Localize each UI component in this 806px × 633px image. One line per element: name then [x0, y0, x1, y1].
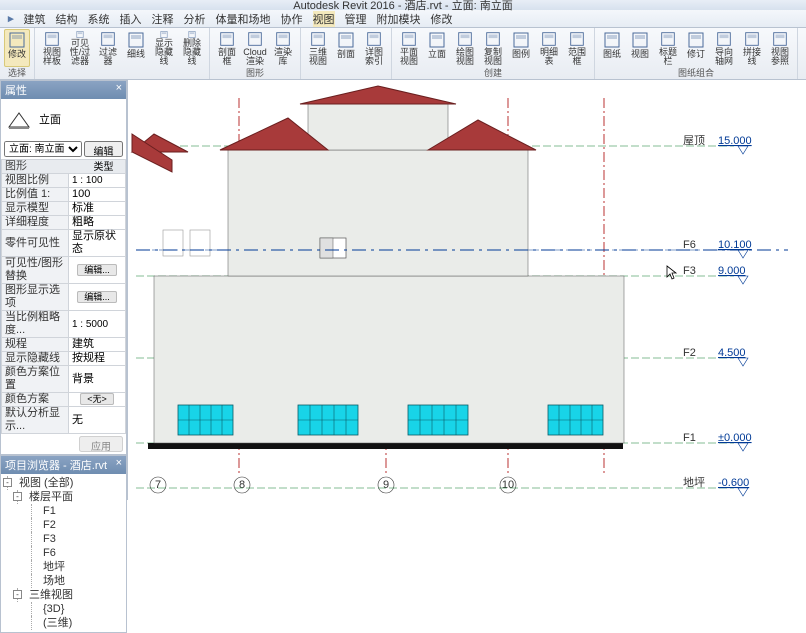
- ribbon-ref[interactable]: 视图参照: [767, 29, 793, 67]
- prop-row[interactable]: 颜色方案位置背景: [2, 366, 126, 393]
- project-browser-tree[interactable]: -视图 (全部)-楼层平面F1F2F3F6地坪场地-三维视图{3D}(三维): [1, 474, 126, 632]
- prop-row[interactable]: 比例值 1:100: [2, 188, 126, 202]
- prop-row[interactable]: 当比例粗略度...: [2, 311, 126, 338]
- ribbon-filter[interactable]: 过滤器: [95, 29, 121, 67]
- svg-text:F3: F3: [683, 265, 696, 277]
- menu-bar: ▸ 建筑结构系统插入注释分析体量和场地协作视图管理附加模块修改: [0, 10, 806, 28]
- left-dock: 属性× 立面 立面: 南立面 编辑类型 图形 视图比例比例值 1:100显示模型…: [0, 80, 128, 500]
- svg-text:-0.600: -0.600: [718, 477, 749, 489]
- prop-row[interactable]: 可见性/图形替换编辑...: [2, 257, 126, 284]
- browser-header[interactable]: 项目浏览器 - 酒店.rvt×: [1, 456, 126, 474]
- menu-体量和场地[interactable]: 体量和场地: [216, 11, 271, 27]
- ribbon-modify[interactable]: 修改: [4, 29, 30, 67]
- prop-row[interactable]: 显示隐藏线按规程: [2, 352, 126, 366]
- cursor-icon: [666, 265, 680, 281]
- menu-协作[interactable]: 协作: [281, 11, 303, 27]
- ribbon-3dview[interactable]: 三维视图: [305, 29, 331, 67]
- menu-建筑[interactable]: 建筑: [24, 11, 46, 27]
- type-label: 立面: [39, 111, 61, 127]
- svg-text:7: 7: [155, 479, 161, 491]
- menu-注释[interactable]: 注释: [152, 11, 174, 27]
- svg-text:F6: F6: [683, 239, 696, 251]
- svg-text:地坪: 地坪: [683, 476, 705, 489]
- title-bar: Autodesk Revit 2016 - 酒店.rvt - 立面: 南立面: [0, 0, 806, 10]
- prop-row[interactable]: 零件可见性显示原状态: [2, 230, 126, 257]
- ribbon-legend[interactable]: 图例: [508, 29, 534, 67]
- close-icon[interactable]: ×: [116, 82, 122, 98]
- svg-text:10: 10: [502, 479, 514, 491]
- ribbon-render[interactable]: Cloud渲染: [242, 29, 268, 67]
- menu-修改[interactable]: 修改: [431, 11, 453, 27]
- menu-视图[interactable]: 视图: [313, 11, 335, 27]
- svg-text:15.000: 15.000: [718, 135, 752, 147]
- ribbon-thinlines[interactable]: 细线: [123, 29, 149, 67]
- ribbon-showhidden[interactable]: 显示隐藏线: [151, 29, 177, 67]
- apply-button[interactable]: 应用: [79, 436, 123, 452]
- prop-row[interactable]: 显示模型标准: [2, 202, 126, 216]
- type-selector[interactable]: 立面: 南立面: [4, 141, 82, 157]
- menu-结构[interactable]: 结构: [56, 11, 78, 27]
- ribbon: 修改选择视图样板可见性/过滤器过滤器细线显示隐藏线删除隐藏线剖面框Cloud渲染…: [0, 28, 806, 80]
- ribbon-removehidden[interactable]: 删除隐藏线: [179, 29, 205, 67]
- ribbon-viewtpl[interactable]: 视图样板: [39, 29, 65, 67]
- menu-附加模块[interactable]: 附加模块: [377, 11, 421, 27]
- ribbon-detail[interactable]: 详图索引: [361, 29, 387, 67]
- svg-text:屋顶: 屋顶: [683, 134, 705, 147]
- ribbon-title[interactable]: 标题栏: [655, 29, 681, 67]
- ribbon-view[interactable]: 视图: [627, 29, 653, 67]
- elevation-type-icon: [5, 105, 33, 133]
- edit-type-button[interactable]: 编辑类型: [84, 141, 123, 157]
- menu-管理[interactable]: 管理: [345, 11, 367, 27]
- ribbon-planview[interactable]: 平面视图: [396, 29, 422, 67]
- app-menu-icon[interactable]: ▸: [8, 12, 14, 25]
- ribbon-guide[interactable]: 导向轴网: [711, 29, 737, 67]
- drawing-canvas[interactable]: 7 8 9 10 屋顶 15.000 F6 10.100 F3 9.000 F2 4.500 F1 ±0.…: [128, 80, 806, 500]
- prop-row[interactable]: 视图比例: [2, 174, 126, 188]
- menu-系统[interactable]: 系统: [88, 11, 110, 27]
- prop-row[interactable]: 颜色方案<无>: [2, 393, 126, 407]
- properties-table: 图形 视图比例比例值 1:100显示模型标准详细程度粗略零件可见性显示原状态可见…: [1, 159, 126, 434]
- ribbon-elev[interactable]: 立面: [424, 29, 450, 67]
- prop-row[interactable]: 默认分析显示...无: [2, 407, 126, 434]
- ribbon-scope[interactable]: 范围框: [564, 29, 590, 67]
- ribbon-visibility[interactable]: 可见性/过滤器: [67, 29, 93, 67]
- ribbon-sheet[interactable]: 图纸: [599, 29, 625, 67]
- svg-text:4.500: 4.500: [718, 347, 746, 359]
- ribbon-sectionbox[interactable]: 剖面框: [214, 29, 240, 67]
- ribbon-rev[interactable]: 修订: [683, 29, 709, 67]
- drawing-svg: 7 8 9 10 屋顶 15.000 F6 10.100 F3 9.000 F2 4.500 F1 ±0.…: [128, 80, 806, 500]
- ribbon-section[interactable]: 剖面: [333, 29, 359, 67]
- svg-text:±0.000: ±0.000: [718, 432, 752, 444]
- prop-row[interactable]: 规程建筑: [2, 338, 126, 352]
- ribbon-renderopt[interactable]: 渲染库: [270, 29, 296, 67]
- properties-header[interactable]: 属性×: [1, 81, 126, 99]
- prop-row[interactable]: 图形显示选项编辑...: [2, 284, 126, 311]
- svg-text:9: 9: [383, 479, 389, 491]
- close-icon[interactable]: ×: [116, 457, 122, 473]
- ribbon-switch[interactable]: 切换窗口: [802, 29, 806, 67]
- svg-text:10.100: 10.100: [718, 239, 752, 251]
- properties-panel: 属性× 立面 立面: 南立面 编辑类型 图形 视图比例比例值 1:100显示模型…: [0, 80, 127, 455]
- ribbon-dup[interactable]: 复制视图: [480, 29, 506, 67]
- svg-text:F2: F2: [683, 347, 696, 359]
- ribbon-schedule[interactable]: 明细表: [536, 29, 562, 67]
- ribbon-match[interactable]: 拼接线: [739, 29, 765, 67]
- project-browser-panel: 项目浏览器 - 酒店.rvt× -视图 (全部)-楼层平面F1F2F3F6地坪场…: [0, 455, 127, 633]
- prop-row[interactable]: 详细程度粗略: [2, 216, 126, 230]
- menu-分析[interactable]: 分析: [184, 11, 206, 27]
- svg-text:8: 8: [239, 479, 245, 491]
- menu-插入[interactable]: 插入: [120, 11, 142, 27]
- ribbon-draft[interactable]: 绘图视图: [452, 29, 478, 67]
- svg-text:F1: F1: [683, 432, 696, 444]
- svg-text:9.000: 9.000: [718, 265, 746, 277]
